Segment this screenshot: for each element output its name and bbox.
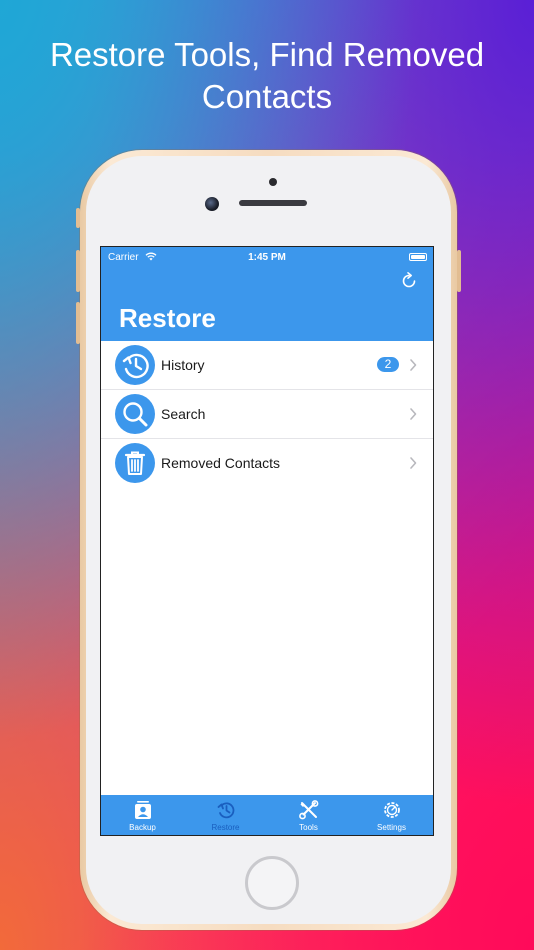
tab-backup-label: Backup [129, 823, 156, 832]
phone-power-button [457, 250, 461, 292]
headline-line-2: Contacts [201, 78, 333, 115]
headline: Restore Tools, Find Removed Contacts [0, 34, 534, 118]
list-item-history[interactable]: History 2 [101, 341, 433, 390]
chevron-right-icon [410, 359, 417, 371]
tab-tools[interactable]: Tools [267, 795, 350, 835]
home-button[interactable] [245, 856, 299, 910]
search-label: Search [161, 406, 206, 422]
restore-list: History 2 Search Removed Contacts [101, 341, 433, 487]
front-camera [205, 197, 219, 211]
refresh-icon[interactable] [399, 271, 419, 291]
history-count-badge: 2 [377, 357, 399, 372]
trash-icon [115, 443, 155, 483]
history-label: History [161, 357, 205, 373]
status-bar: Carrier 1:45 PM [101, 250, 433, 266]
gear-icon [384, 802, 400, 818]
history-clock-icon [217, 802, 235, 819]
removed-contacts-label: Removed Contacts [161, 455, 281, 471]
tab-restore-label: Restore [211, 823, 240, 832]
phone-volume-up [76, 250, 80, 292]
status-time: 1:45 PM [248, 252, 286, 263]
magnifier-icon [115, 394, 155, 434]
contact-card-icon [135, 801, 151, 819]
phone-volume-down [76, 302, 80, 344]
proximity-sensor [269, 178, 277, 186]
tab-settings[interactable]: Settings [350, 795, 433, 835]
chevron-right-icon [410, 408, 417, 420]
headline-line-1: Restore Tools, Find Removed [49, 36, 485, 73]
chevron-right-icon [410, 457, 417, 469]
list-item-search[interactable]: Search [101, 390, 433, 439]
list-item-removed-contacts[interactable]: Removed Contacts [101, 439, 433, 487]
tab-backup[interactable]: Backup [101, 795, 184, 835]
tab-tools-label: Tools [299, 823, 318, 832]
earpiece-speaker [239, 200, 307, 206]
page-title: Restore [119, 303, 216, 333]
app-screen: Carrier 1:45 PM Restore History 2 Search… [100, 246, 434, 836]
tab-restore[interactable]: Restore [184, 795, 267, 835]
tools-icon [299, 800, 319, 820]
navigation-bar: Carrier 1:45 PM Restore [101, 247, 433, 341]
tab-settings-label: Settings [377, 823, 406, 832]
battery-icon [409, 253, 427, 261]
history-clock-icon [115, 345, 155, 385]
phone-mute-switch [76, 208, 80, 228]
tab-bar: Backup Restore Tools Settings [101, 795, 433, 835]
